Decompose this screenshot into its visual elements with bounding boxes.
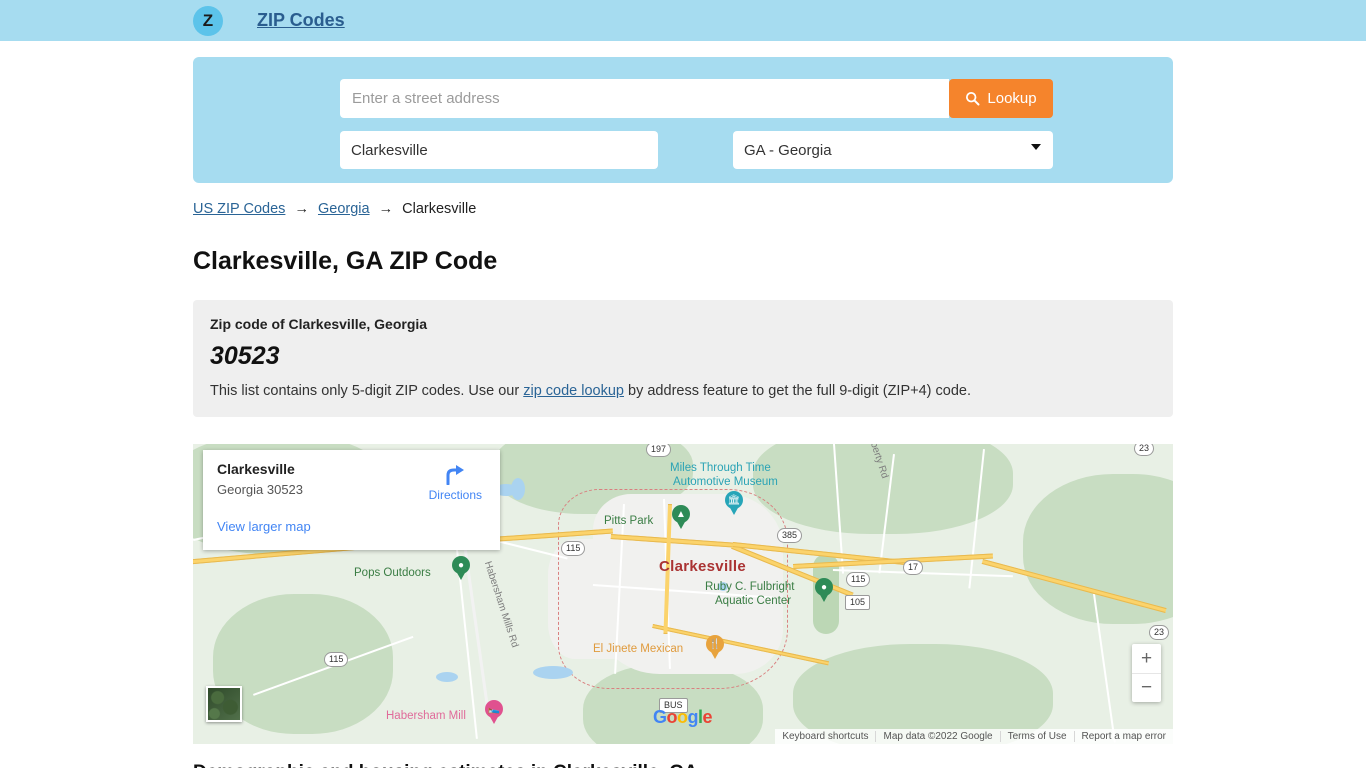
page-title: Clarkesville, GA ZIP Code [193, 247, 498, 275]
search-row-address: Lookup [213, 79, 1153, 118]
brand-link[interactable]: ZIP Codes [257, 10, 345, 31]
map-marker-pitts-park[interactable]: ▲ [672, 505, 690, 529]
google-letter: e [702, 707, 713, 727]
directions-label: Directions [428, 488, 482, 502]
state-select-wrap: GA - Georgia [733, 131, 1053, 169]
state-select[interactable]: GA - Georgia [733, 131, 1053, 169]
map-route-shield: 23 [1134, 444, 1155, 456]
zip-note-after: by address feature to get the full 9-dig… [624, 383, 971, 399]
demographics-section-title: Demographic and housing estimates in Cla… [193, 762, 1173, 768]
map-marker-aquatic-center[interactable]: ● [815, 578, 833, 602]
breadcrumb-separator: → [378, 201, 394, 217]
report-map-error-link[interactable]: Report a map error [1073, 731, 1173, 742]
city-input[interactable] [340, 131, 658, 169]
map-route-shield: 385 [777, 528, 803, 543]
map-route-shield: 197 [646, 444, 672, 457]
map-route-shield: 115 [846, 572, 871, 587]
map-forest [1023, 474, 1173, 624]
zip-info-box: Zip code of Clarkesville, Georgia 30523 … [193, 300, 1173, 417]
map-label: Automotive Museum [673, 476, 778, 488]
zip-info-subtitle: Zip code of Clarkesville, Georgia [210, 316, 428, 332]
map-route-shield: 115 [324, 652, 349, 667]
map-route-shield: 105 [845, 595, 871, 610]
map-zoom-controls: + − [1132, 644, 1161, 702]
map-info-card: Clarkesville Georgia 30523 View larger m… [203, 450, 500, 550]
zip-info-note: This list contains only 5-digit ZIP code… [210, 383, 1156, 399]
map-label: Aquatic Center [715, 595, 792, 607]
street-address-input[interactable] [340, 79, 949, 118]
google-letter: o [677, 707, 688, 727]
page-container: Lookup GA - Georgia US ZIP Codes → Georg… [193, 57, 1173, 768]
lookup-button-label: Lookup [987, 90, 1037, 107]
brand[interactable]: Z ZIP Codes [193, 5, 345, 36]
site-header: Z ZIP Codes [0, 0, 1366, 41]
address-field-group: Lookup [340, 79, 1053, 118]
search-row-city-state: GA - Georgia [340, 131, 1053, 169]
map[interactable]: ▲ 🏛 ● ● 🍴 🛌 Miles Through Time Automotive… [193, 444, 1173, 744]
map-water [511, 478, 525, 500]
search-panel: Lookup GA - Georgia [193, 57, 1173, 183]
zoom-out-button[interactable]: − [1132, 673, 1161, 702]
directions-arrow-icon [446, 465, 465, 485]
map-marker-museum[interactable]: 🏛 [725, 491, 743, 515]
zip-note-before: This list contains only 5-digit ZIP code… [210, 383, 524, 399]
breadcrumb: US ZIP Codes → Georgia → Clarkesville [193, 201, 1173, 217]
zip-code-lookup-link[interactable]: zip code lookup [523, 383, 624, 399]
search-icon [966, 91, 980, 106]
breadcrumb-separator: → [294, 201, 309, 217]
zip-logo-icon: Z [193, 5, 223, 36]
map-water [436, 672, 458, 682]
breadcrumb-us-zip-codes[interactable]: US ZIP Codes [193, 201, 285, 217]
lookup-button[interactable]: Lookup [949, 79, 1053, 118]
map-label: Pitts Park [604, 515, 654, 527]
view-larger-map-link[interactable]: View larger map [217, 519, 486, 534]
map-marker-hotel[interactable]: 🛌 [485, 700, 503, 724]
map-attribution-bar: Keyboard shortcuts Map data ©2022 Google… [775, 729, 1173, 744]
map-label: Miles Through Time [670, 462, 771, 474]
google-letter: G [653, 707, 667, 727]
google-letter: g [687, 707, 699, 727]
directions-button[interactable]: Directions [429, 465, 482, 502]
map-marker-restaurant[interactable]: 🍴 [706, 635, 724, 659]
map-label: Clarkesville [659, 558, 746, 575]
keyboard-shortcuts-link[interactable]: Keyboard shortcuts [775, 731, 875, 742]
google-letter: o [666, 707, 678, 727]
zoom-in-button[interactable]: + [1132, 644, 1161, 673]
map-label: Pops Outdoors [354, 567, 431, 579]
map-route-shield: 115 [561, 541, 586, 556]
zip-code-value: 30523 [210, 342, 280, 370]
map-route-shield: 17 [903, 560, 924, 575]
satellite-view-toggle[interactable] [206, 686, 242, 722]
breadcrumb-current: Clarkesville [402, 201, 477, 217]
map-route-shield: 23 [1149, 625, 1170, 640]
map-data-credit: Map data ©2022 Google [875, 731, 999, 742]
breadcrumb-georgia[interactable]: Georgia [318, 201, 370, 217]
map-marker-pops-outdoors[interactable]: ● [452, 556, 470, 580]
map-label: El Jinete Mexican [593, 643, 684, 655]
google-logo: Google [653, 707, 713, 728]
terms-of-use-link[interactable]: Terms of Use [999, 731, 1074, 742]
map-water [533, 666, 573, 679]
map-label: Ruby C. Fulbright [705, 581, 795, 593]
map-label: Habersham Mill [386, 710, 466, 722]
